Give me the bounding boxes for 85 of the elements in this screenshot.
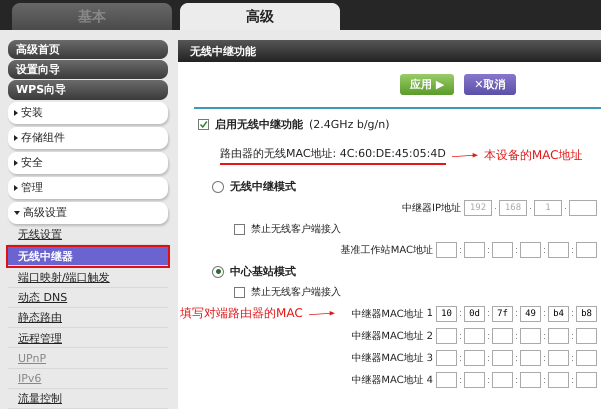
menu-link[interactable]: 远程管理 (8, 329, 168, 348)
arrow-annotation (452, 152, 478, 160)
arrow-annotation (308, 310, 335, 318)
radio-button[interactable] (212, 266, 224, 278)
address-field[interactable] (576, 242, 597, 258)
menu-group[interactable]: 管理 (8, 176, 168, 199)
menu-link[interactable]: 无线中继器 (8, 247, 168, 266)
row-number: 1 (426, 308, 433, 319)
group-label: 管理 (21, 180, 43, 196)
address-field[interactable] (548, 350, 569, 366)
address-field[interactable] (520, 372, 541, 388)
field-label: 中继器MAC地址 (351, 330, 424, 343)
annotation-text: 填写对端路由器的MAC (180, 305, 303, 322)
field-label: 中继器MAC地址 (351, 374, 424, 387)
address-field[interactable] (436, 242, 457, 258)
address-field[interactable]: 0d (464, 306, 485, 322)
row-number: 2 (426, 330, 433, 342)
menu-group[interactable]: 安全 (8, 152, 168, 174)
row-number: 3 (426, 352, 433, 364)
address-field[interactable]: 7f (492, 306, 513, 322)
group-label: 安装 (21, 105, 43, 120)
menu-group[interactable]: 高级设置 (8, 202, 168, 224)
address-field[interactable] (492, 350, 513, 366)
address-field[interactable] (520, 350, 541, 366)
address-field[interactable] (464, 350, 485, 366)
address-field[interactable] (492, 372, 513, 388)
panel-title: 无线中继功能 (178, 40, 601, 62)
group-label: 存储组件 (21, 130, 65, 146)
address-field[interactable] (492, 242, 513, 258)
radio-label: 无线中继模式 (230, 179, 296, 194)
menu-link[interactable]: 动态 DNS (8, 288, 168, 308)
cancel-button[interactable]: ✕取消 (464, 74, 516, 95)
menu-link[interactable]: 端口映射/端口触发 (8, 268, 168, 288)
group-label: 高级设置 (23, 205, 67, 220)
address-field[interactable] (520, 328, 541, 344)
checkbox[interactable] (198, 119, 209, 130)
row-number: 4 (426, 374, 433, 386)
triangle-right-icon (14, 184, 18, 191)
checkbox[interactable] (234, 286, 245, 298)
annotation-text: 本设备的MAC地址 (484, 147, 583, 164)
field-label: 中继器MAC地址 (351, 308, 424, 320)
checkbox[interactable] (234, 224, 245, 234)
menu-group[interactable]: 安装 (8, 102, 168, 124)
address-field[interactable] (464, 328, 485, 344)
checkbox-label: 禁止无线客户端接入 (251, 286, 341, 299)
radio-button[interactable] (212, 180, 224, 192)
checkbox-label: 禁止无线客户端接入 (251, 222, 341, 236)
address-field[interactable] (436, 372, 457, 388)
address-field[interactable] (464, 242, 485, 258)
field-label: 基准工作站MAC地址 (340, 244, 433, 257)
checkbox-label: 启用无线中继功能 (215, 117, 303, 132)
menu-link[interactable]: 流量控制 (8, 390, 168, 409)
address-field[interactable] (520, 242, 541, 258)
field-label: 中继器MAC地址 (351, 352, 424, 365)
tab[interactable]: 高级 (180, 3, 340, 30)
address-field[interactable]: b8 (576, 306, 597, 322)
band-note: (2.4GHz b/g/n) (309, 118, 390, 131)
menu-header[interactable]: 设置向导 (8, 60, 168, 80)
address-field[interactable] (569, 200, 597, 216)
address-field[interactable] (436, 328, 457, 344)
address-field[interactable]: b4 (548, 306, 569, 322)
address-field[interactable] (576, 372, 597, 388)
address-field[interactable]: 49 (520, 306, 541, 322)
field-label: 中继器IP地址 (402, 202, 461, 215)
address-field[interactable] (492, 328, 513, 344)
address-field[interactable] (576, 328, 597, 344)
triangle-down-icon (14, 210, 20, 215)
triangle-right-icon (14, 110, 18, 116)
address-field[interactable] (548, 372, 569, 388)
group-label: 安全 (21, 155, 43, 170)
checkmark-icon (199, 120, 208, 129)
address-field[interactable] (548, 242, 569, 258)
triangle-right-icon (14, 134, 18, 141)
menu-link[interactable]: 静态路由 (8, 308, 168, 328)
menu-header[interactable]: WPS向导 (8, 80, 168, 100)
triangle-right-icon (14, 160, 18, 166)
address-field[interactable] (576, 350, 597, 366)
address-field[interactable]: 10 (436, 306, 457, 322)
address-field[interactable] (436, 350, 457, 366)
address-field[interactable] (548, 328, 569, 344)
menu-group[interactable]: 存储组件 (8, 126, 168, 149)
radio-label: 中心基站模式 (230, 264, 296, 279)
mac-address-text: 路由器的无线MAC地址: 4C:60:DE:45:05:4D (220, 146, 446, 165)
menu-header[interactable]: 高级首页 (8, 40, 168, 60)
address-field[interactable] (464, 372, 485, 388)
